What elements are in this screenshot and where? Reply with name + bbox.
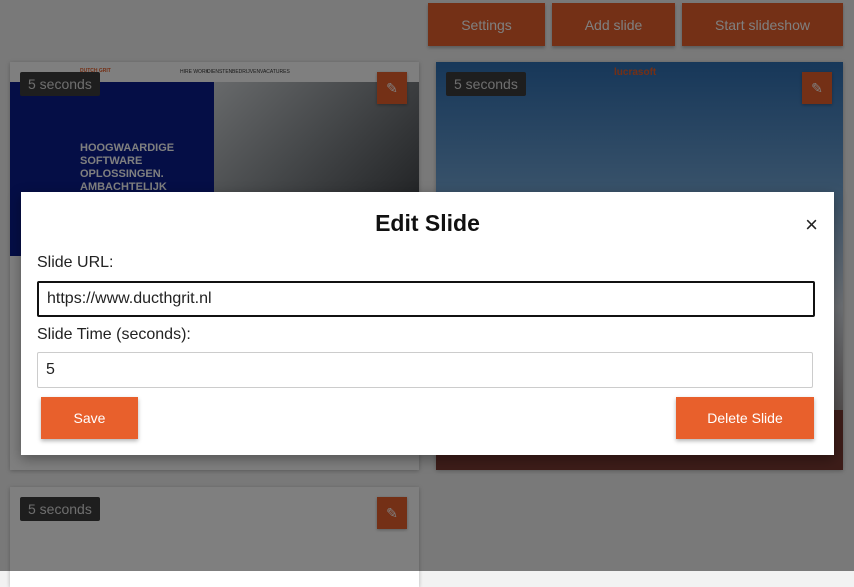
slide-url-label: Slide URL: bbox=[37, 254, 114, 271]
slide-time-label: Slide Time (seconds): bbox=[37, 326, 191, 343]
delete-slide-button[interactable]: Delete Slide bbox=[676, 397, 814, 439]
slide-time-input[interactable] bbox=[37, 352, 813, 388]
slide-url-input[interactable] bbox=[37, 281, 815, 317]
edit-slide-modal: Edit Slide × Slide URL: Slide Time (seco… bbox=[21, 192, 834, 455]
close-icon[interactable]: × bbox=[805, 212, 818, 238]
save-button[interactable]: Save bbox=[41, 397, 138, 439]
modal-title: Edit Slide bbox=[375, 210, 480, 236]
